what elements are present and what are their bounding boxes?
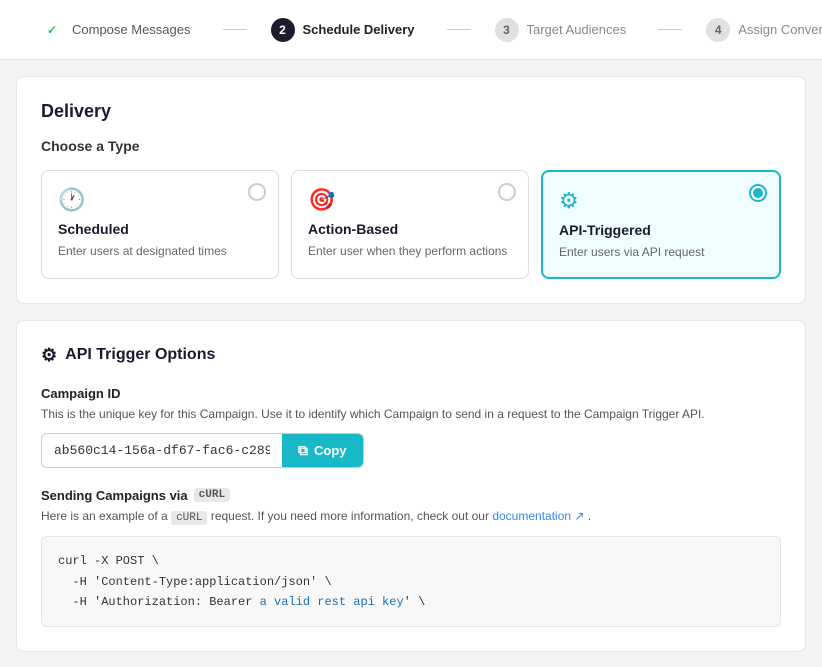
- radio-api-triggered[interactable]: [749, 184, 767, 202]
- api-trigger-title: ⚙ API Trigger Options: [41, 345, 781, 366]
- api-triggered-title: API-Triggered: [559, 222, 763, 238]
- curl-description: Here is an example of a cURL request. If…: [41, 507, 781, 527]
- code-line-1: curl -X POST \: [58, 551, 764, 571]
- campaign-id-copy-row: ⧉ Copy: [41, 433, 364, 468]
- type-card-api-triggered[interactable]: ⚙ API-Triggered Enter users via API requ…: [541, 170, 781, 279]
- step-num-compose: ✓: [40, 18, 64, 42]
- campaign-id-input[interactable]: [42, 434, 282, 467]
- nav-step-schedule[interactable]: 2 Schedule Delivery: [207, 18, 431, 42]
- radio-action-based[interactable]: [498, 183, 516, 201]
- campaign-id-desc: This is the unique key for this Campaign…: [41, 405, 781, 423]
- api-triggered-desc: Enter users via API request: [559, 244, 763, 261]
- scheduled-icon: 🕐: [58, 187, 262, 213]
- curl-code-block: curl -X POST \ -H 'Content-Type:applicat…: [41, 536, 781, 627]
- scheduled-desc: Enter users at designated times: [58, 243, 262, 260]
- action-based-title: Action-Based: [308, 221, 512, 237]
- curl-badge: cURL: [194, 488, 230, 502]
- radio-scheduled[interactable]: [248, 183, 266, 201]
- api-trigger-section: ⚙ API Trigger Options Campaign ID This i…: [16, 320, 806, 653]
- step-num-target: 3: [495, 18, 519, 42]
- campaign-id-label: Campaign ID: [41, 386, 781, 401]
- step-num-assign: 4: [706, 18, 730, 42]
- copy-icon: ⧉: [298, 442, 308, 459]
- scheduled-title: Scheduled: [58, 221, 262, 237]
- delivery-section: Delivery Choose a Type 🕐 Scheduled Enter…: [16, 76, 806, 304]
- nav-step-schedule-label: Schedule Delivery: [303, 22, 415, 37]
- type-card-scheduled[interactable]: 🕐 Scheduled Enter users at designated ti…: [41, 170, 279, 279]
- action-based-desc: Enter user when they perform actions: [308, 243, 512, 260]
- step-num-schedule: 2: [271, 18, 295, 42]
- nav-step-compose[interactable]: ✓ Compose Messages: [24, 18, 207, 42]
- curl-inline-badge: cURL: [171, 511, 207, 525]
- code-line-3: -H 'Authorization: Bearer a valid rest a…: [58, 592, 764, 612]
- nav-step-target-label: Target Audiences: [527, 22, 627, 37]
- code-line-2: -H 'Content-Type:application/json' \: [58, 572, 764, 592]
- documentation-link[interactable]: documentation ↗: [492, 509, 587, 523]
- api-triggered-icon: ⚙: [559, 188, 763, 214]
- nav-step-compose-label: Compose Messages: [72, 22, 191, 37]
- curl-section-label: Sending Campaigns via cURL: [41, 488, 781, 503]
- top-navigation: ✓ Compose Messages 2 Schedule Delivery 3…: [0, 0, 822, 60]
- nav-step-assign-label: Assign Conversions: [738, 22, 822, 37]
- delivery-title: Delivery: [41, 101, 781, 122]
- type-cards: 🕐 Scheduled Enter users at designated ti…: [41, 170, 781, 279]
- nav-step-target[interactable]: 3 Target Audiences: [431, 18, 643, 42]
- choose-type-label: Choose a Type: [41, 138, 781, 154]
- type-card-action-based[interactable]: 🎯 Action-Based Enter user when they perf…: [291, 170, 529, 279]
- copy-button[interactable]: ⧉ Copy: [282, 434, 363, 467]
- nav-step-assign[interactable]: 4 Assign Conversions: [642, 18, 822, 42]
- gear-icon: ⚙: [41, 345, 57, 366]
- action-based-icon: 🎯: [308, 187, 512, 213]
